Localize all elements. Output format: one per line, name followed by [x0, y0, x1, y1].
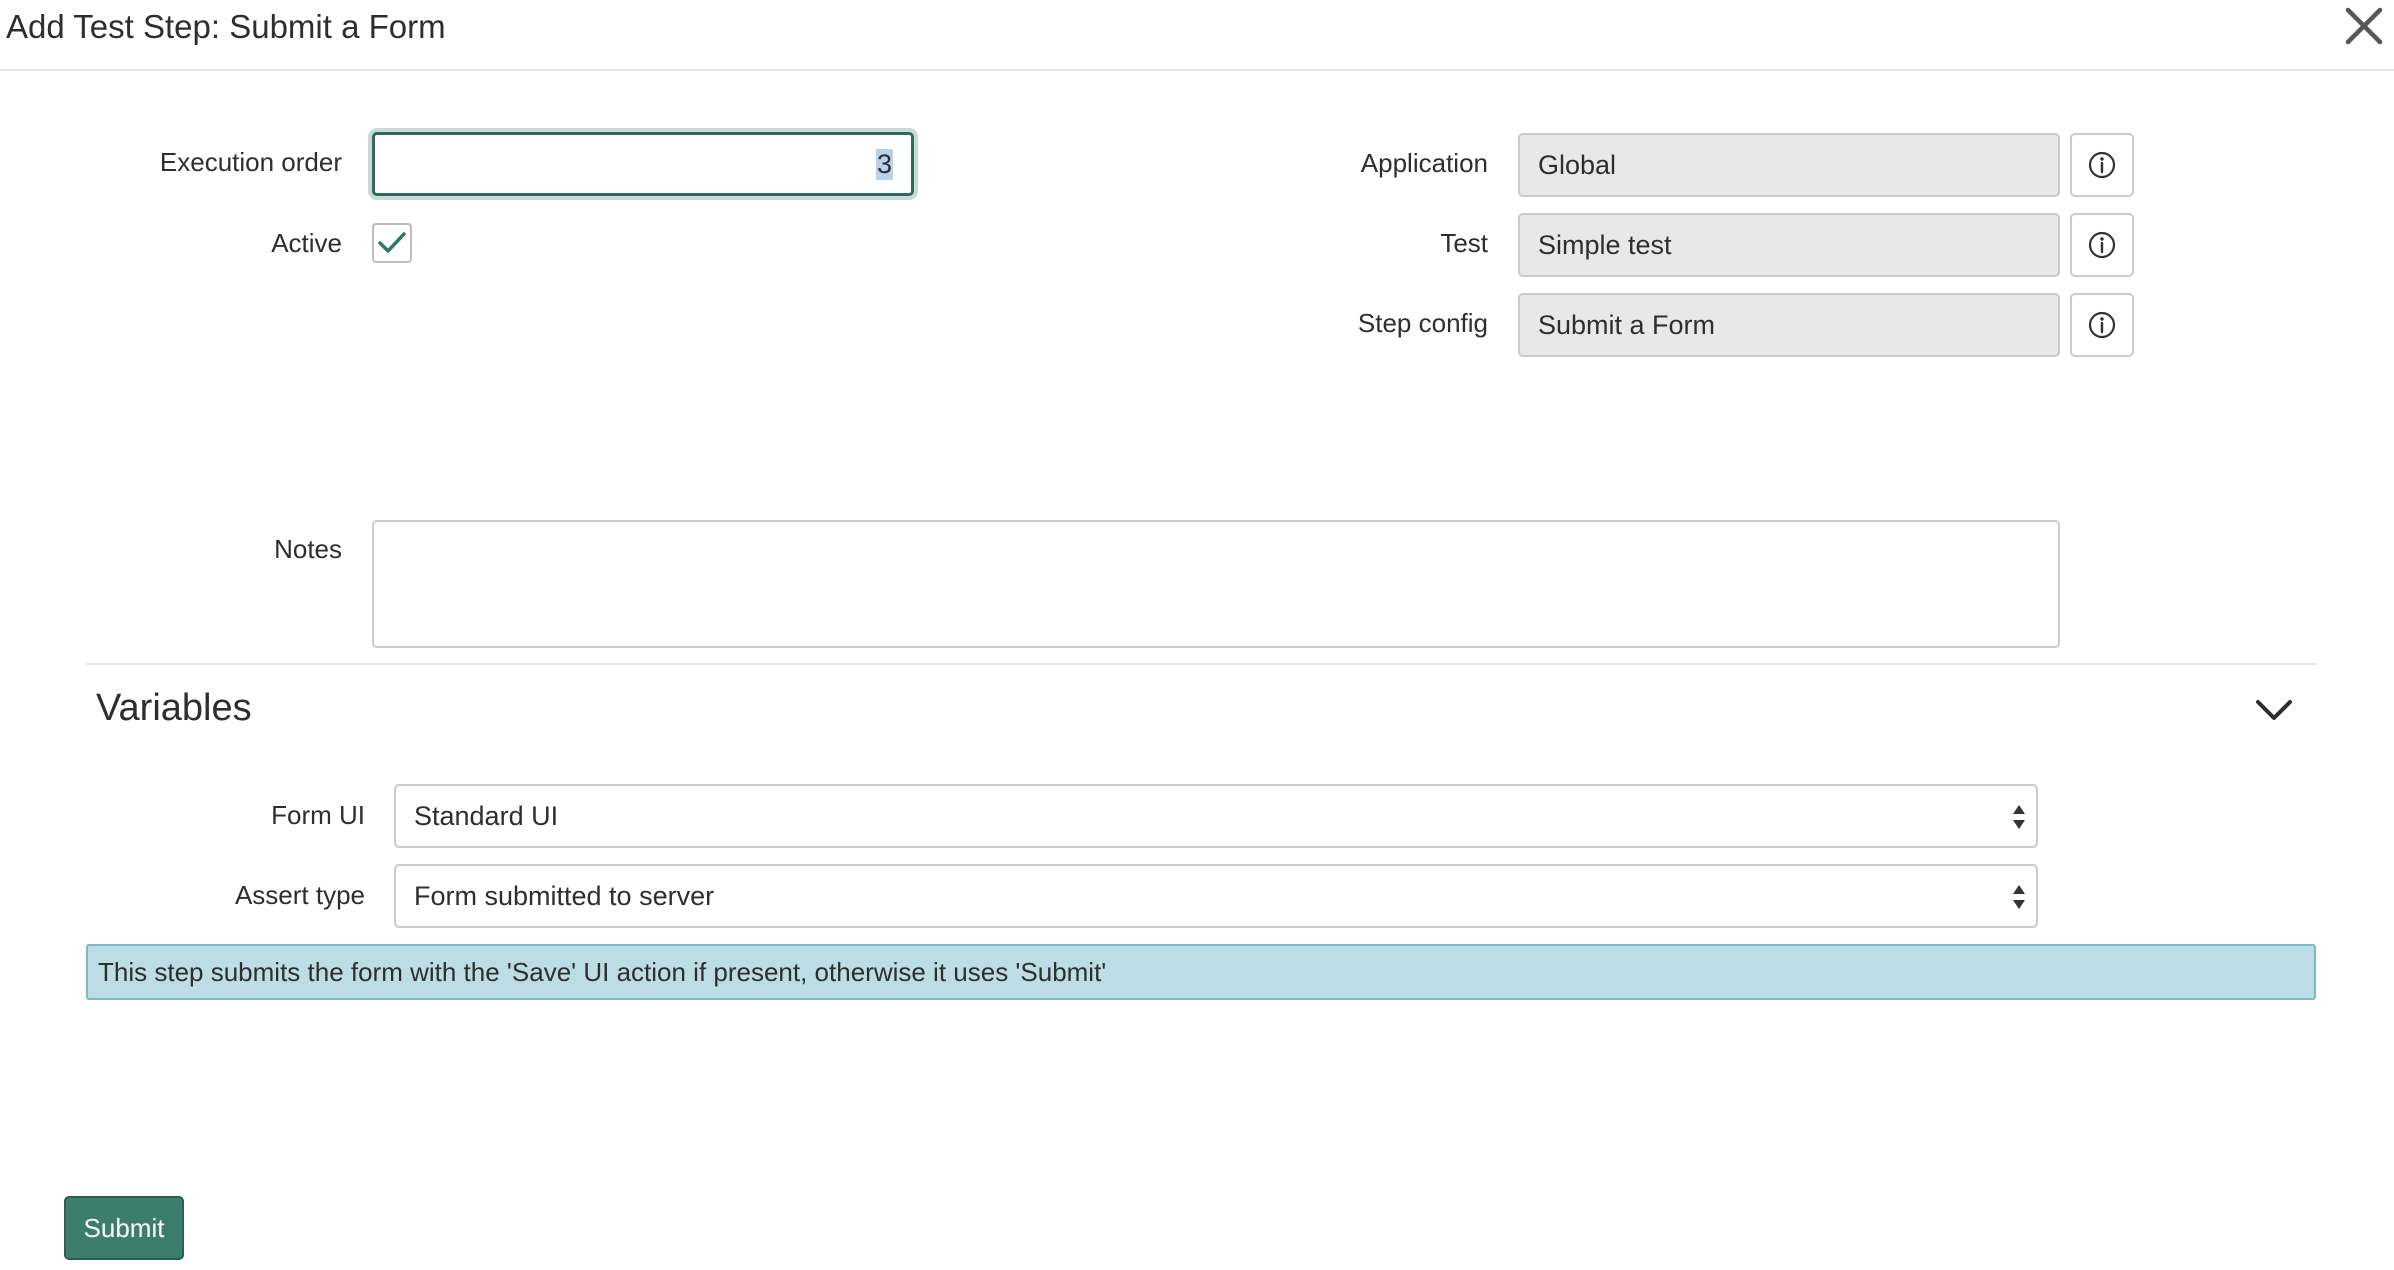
info-icon: [2088, 311, 2116, 339]
step-config-info-button[interactable]: [2070, 293, 2134, 357]
test-info-button[interactable]: [2070, 213, 2134, 277]
chevron-down-icon: [2256, 700, 2292, 720]
active-checkbox[interactable]: [372, 223, 412, 263]
assert-type-value: Form submitted to server: [414, 880, 715, 911]
execution-order-label: Execution order: [159, 147, 342, 177]
step-config-value: Submit a Form: [1538, 309, 1716, 340]
variables-section-title: Variables: [96, 687, 252, 729]
form-ui-label: Form UI: [271, 800, 365, 830]
test-label: Test: [1440, 228, 1488, 258]
modal-title: Add Test Step: Submit a Form: [6, 8, 446, 45]
step-info-message: This step submits the form with the 'Sav…: [86, 944, 2316, 1000]
modal-header: Add Test Step: Submit a Form: [0, 0, 2394, 71]
submit-button[interactable]: Submit: [64, 1196, 184, 1260]
checkmark-icon: [378, 232, 406, 253]
test-field: Simple test: [1518, 213, 2060, 277]
application-value: Global: [1538, 149, 1617, 180]
info-icon: [2088, 231, 2116, 259]
execution-order-value: 3: [875, 148, 893, 180]
form-ui-select[interactable]: Standard UI: [394, 784, 2038, 848]
variables-collapse-toggle[interactable]: [2252, 690, 2296, 730]
info-icon: [2088, 151, 2116, 179]
application-info-button[interactable]: [2070, 133, 2134, 197]
select-arrows-icon: [2013, 805, 2025, 829]
close-icon: [2345, 7, 2383, 45]
step-config-label: Step config: [1357, 308, 1488, 338]
execution-order-input[interactable]: 3: [372, 132, 914, 196]
notes-textarea[interactable]: [372, 520, 2060, 648]
section-divider: [86, 663, 2316, 665]
notes-label: Notes: [274, 534, 342, 564]
select-arrows-icon: [2013, 885, 2025, 909]
assert-type-label: Assert type: [234, 880, 365, 910]
active-label: Active: [271, 228, 342, 258]
close-button[interactable]: [2340, 2, 2388, 50]
application-field: Global: [1518, 133, 2060, 197]
assert-type-select[interactable]: Form submitted to server: [394, 864, 2038, 928]
test-value: Simple test: [1538, 229, 1672, 260]
application-label: Application: [1360, 148, 1488, 178]
step-info-text: This step submits the form with the 'Sav…: [98, 956, 1107, 987]
step-config-field: Submit a Form: [1518, 293, 2060, 357]
form-ui-value: Standard UI: [414, 800, 559, 831]
